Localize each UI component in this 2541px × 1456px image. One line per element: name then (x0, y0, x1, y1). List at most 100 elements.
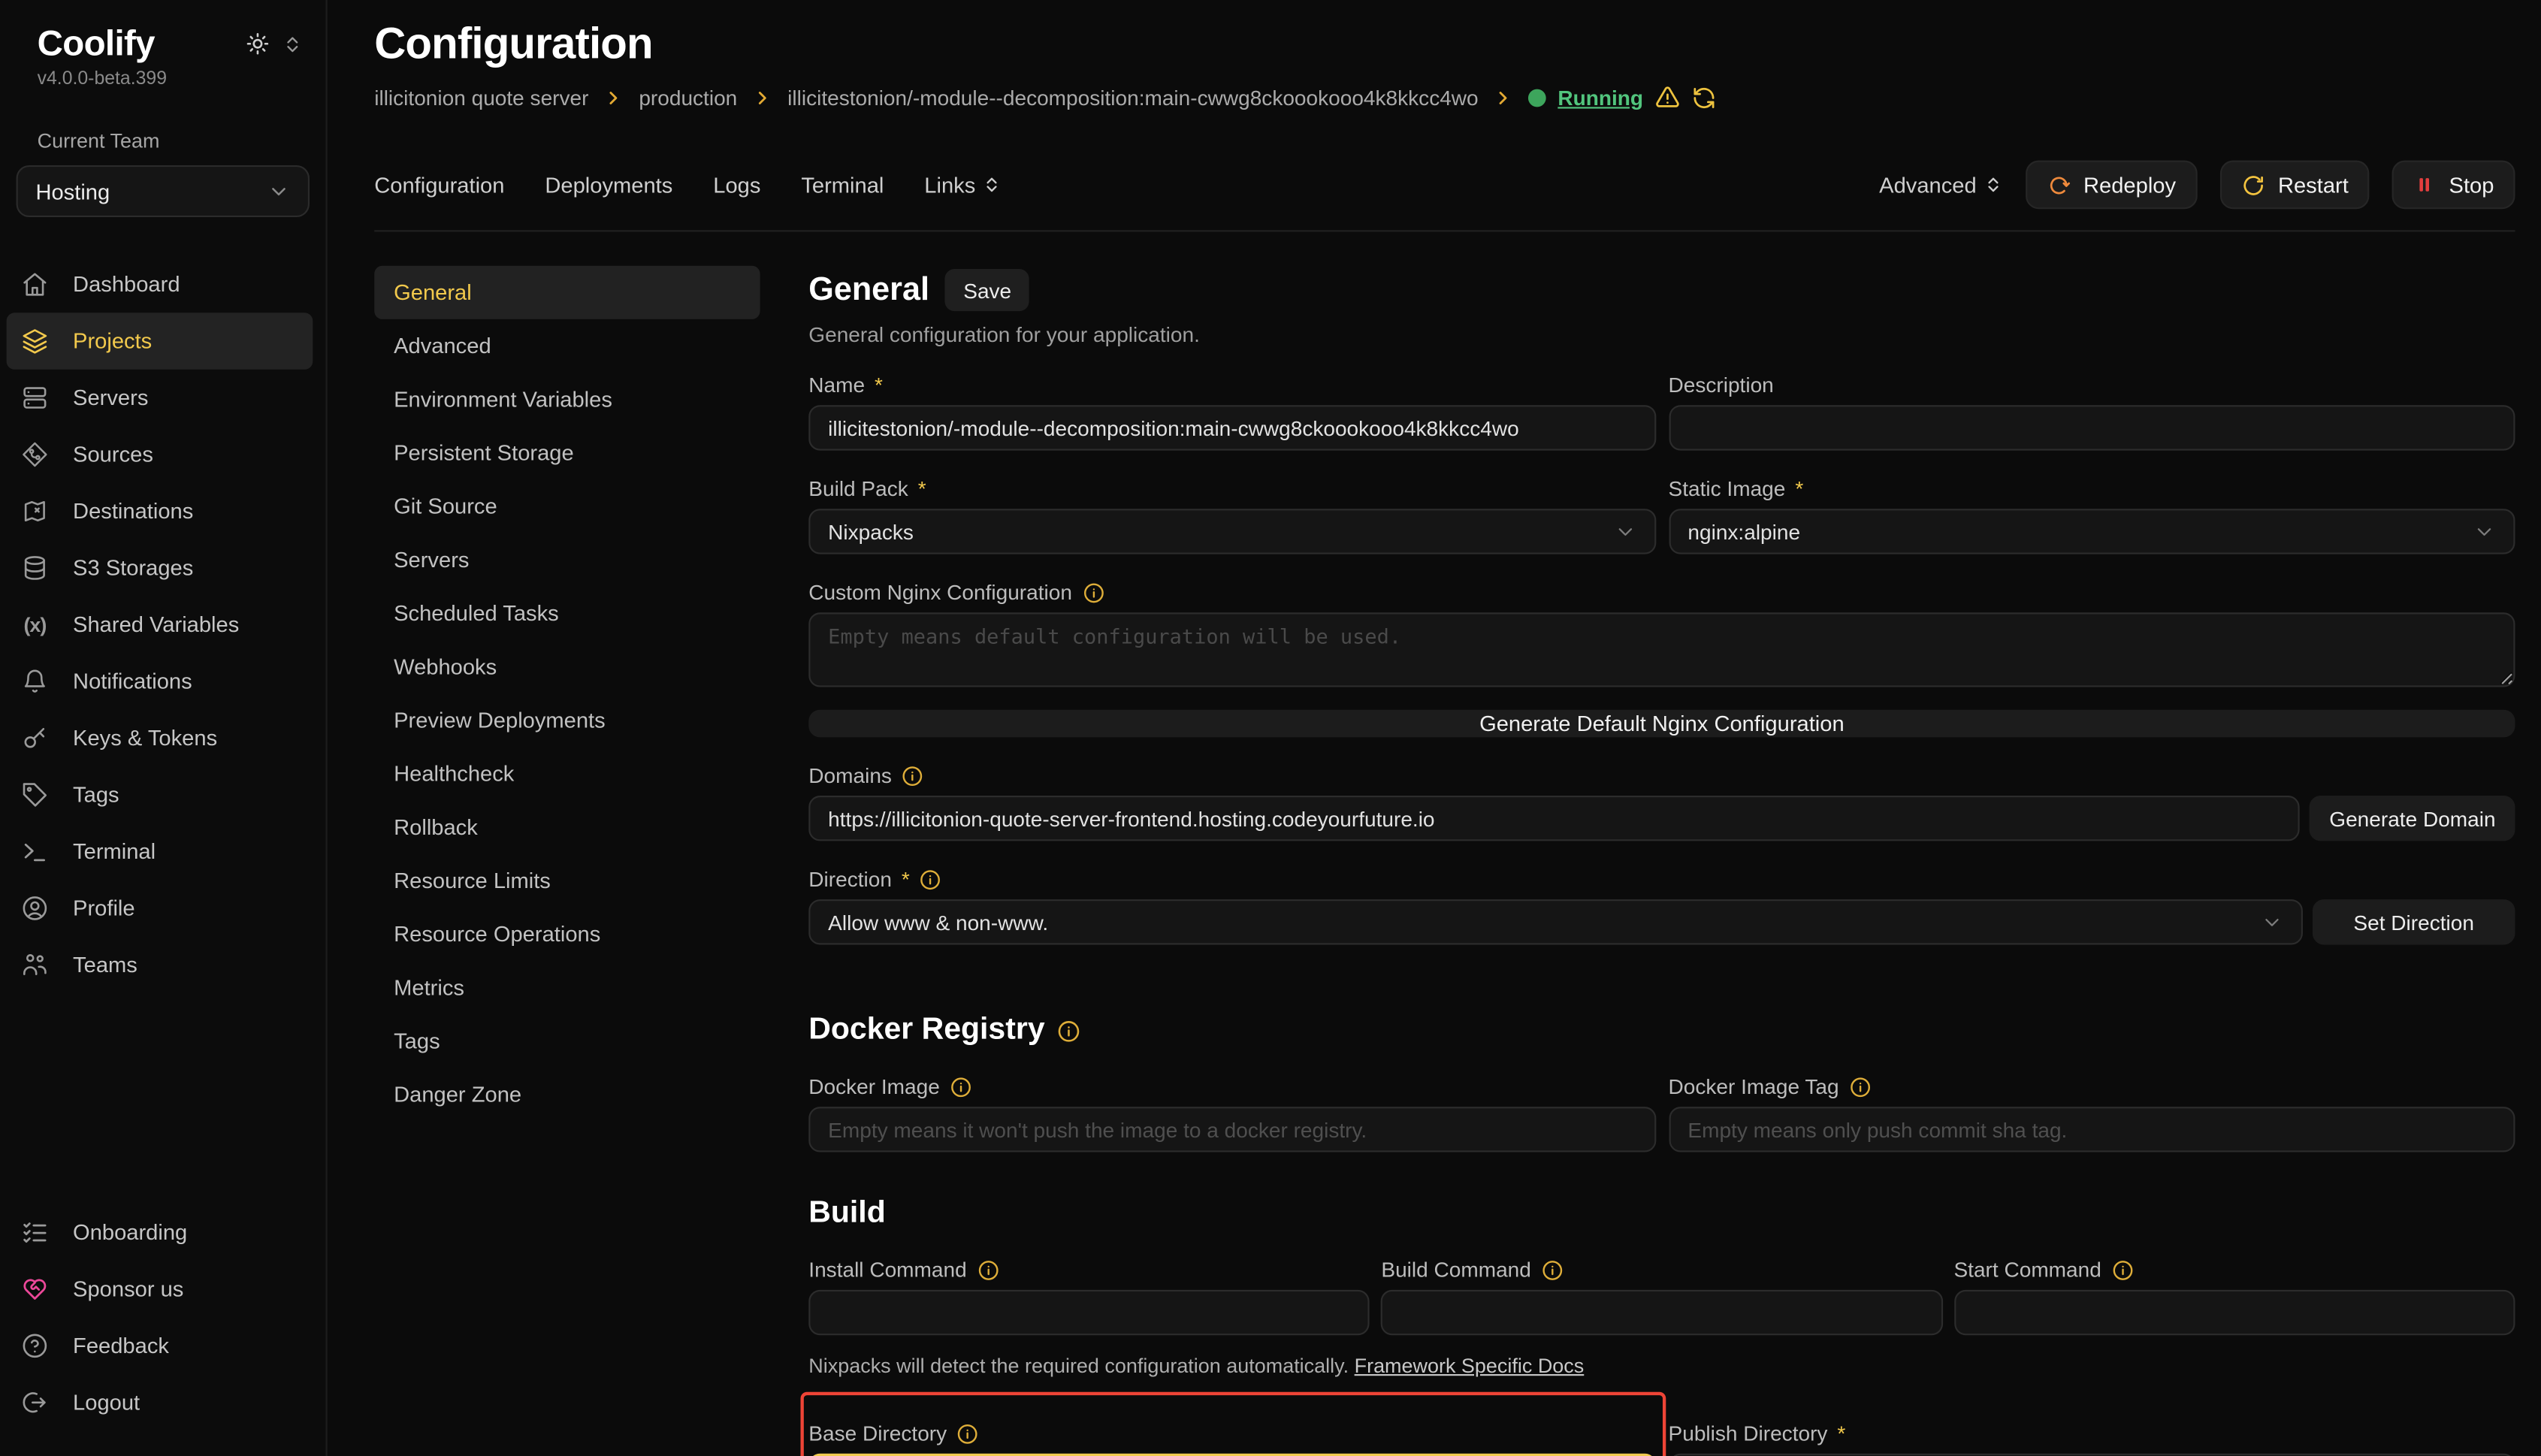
submenu-item-tags[interactable]: Tags (374, 1014, 760, 1068)
tab-links[interactable]: Links (924, 173, 1001, 197)
advanced-label: Advanced (1879, 173, 1977, 197)
nixpacks-note: Nixpacks will detect the required config… (808, 1355, 2515, 1377)
build-section-title: Build (808, 1196, 885, 1231)
submenu-item-servers[interactable]: Servers (374, 533, 760, 587)
info-icon[interactable] (902, 764, 924, 787)
sidebar-item-notifications[interactable]: Notifications (7, 653, 313, 709)
status-running-link[interactable]: Running (1558, 85, 1643, 109)
restart-label: Restart (2278, 173, 2349, 197)
sidebar-item-keys-tokens[interactable]: Keys & Tokens (7, 710, 313, 766)
submenu-item-danger-zone[interactable]: Danger Zone (374, 1068, 760, 1121)
submenu-item-general[interactable]: General (374, 266, 760, 319)
sidebar-item-logout[interactable]: Logout (7, 1374, 313, 1430)
tab-terminal[interactable]: Terminal (801, 173, 884, 197)
custom-nginx-textarea[interactable] (808, 612, 2515, 687)
generate-domain-button[interactable]: Generate Domain (2310, 796, 2515, 841)
section-subtitle: General configuration for your applicati… (808, 322, 2515, 346)
breadcrumb-project[interactable]: illicitonion quote server (374, 85, 588, 109)
direction-select[interactable]: Allow www & non-www. (808, 899, 2303, 944)
sun-icon[interactable] (245, 31, 271, 57)
submenu-item-healthcheck[interactable]: Healthcheck (374, 747, 760, 800)
sidebar-item-label: Projects (73, 329, 152, 353)
base-directory-field-group: Base Directory (808, 1395, 1655, 1456)
stop-button[interactable]: Stop (2392, 161, 2515, 210)
docker-image-input[interactable] (808, 1107, 1655, 1152)
build-pack-value: Nixpacks (828, 519, 914, 543)
braces-x-icon: (x) (21, 611, 49, 639)
static-image-select[interactable]: nginx:alpine (1669, 509, 2515, 554)
chevrons-up-down-icon[interactable] (282, 33, 303, 54)
info-icon[interactable] (1541, 1258, 1564, 1281)
info-icon[interactable] (920, 868, 942, 890)
start-command-input[interactable] (1953, 1290, 2515, 1335)
sidebar-item-label: Sponsor us (73, 1277, 183, 1301)
sidebar-item-tags[interactable]: Tags (7, 766, 313, 823)
docker-image-tag-field-group: Docker Image Tag (1669, 1049, 2515, 1152)
page-title: Configuration (374, 20, 2515, 70)
submenu-item-git-source[interactable]: Git Source (374, 479, 760, 533)
tab-links-label: Links (924, 173, 975, 197)
submenu-item-metrics[interactable]: Metrics (374, 961, 760, 1014)
set-direction-button[interactable]: Set Direction (2313, 899, 2515, 944)
sidebar-item-label: Shared Variables (73, 612, 239, 636)
build-command-input[interactable] (1381, 1290, 1942, 1335)
sidebar-footer-nav: Onboarding Sponsor us Feedback Logout (0, 1204, 326, 1431)
sidebar-item-teams[interactable]: Teams (7, 937, 313, 993)
framework-docs-link[interactable]: Framework Specific Docs (1355, 1355, 1585, 1377)
sidebar-item-terminal[interactable]: Terminal (7, 823, 313, 880)
tab-logs[interactable]: Logs (713, 173, 760, 197)
sidebar-item-shared-variables[interactable]: (x) Shared Variables (7, 597, 313, 653)
name-input[interactable] (808, 405, 1655, 450)
install-command-input[interactable] (808, 1290, 1370, 1335)
info-icon[interactable] (1056, 1019, 1080, 1043)
sidebar-item-feedback[interactable]: Feedback (7, 1318, 313, 1374)
info-icon[interactable] (1849, 1075, 1872, 1098)
redeploy-button[interactable]: Redeploy (2025, 161, 2197, 210)
info-icon[interactable] (977, 1258, 999, 1281)
sidebar-item-destinations[interactable]: Destinations (7, 483, 313, 539)
submenu-item-environment-variables[interactable]: Environment Variables (374, 373, 760, 426)
submenu-item-advanced[interactable]: Advanced (374, 319, 760, 373)
advanced-dropdown[interactable]: Advanced (1879, 173, 2002, 197)
sidebar-item-label: Logout (73, 1391, 140, 1415)
generate-nginx-button[interactable]: Generate Default Nginx Configuration (808, 710, 2515, 738)
submenu-item-webhooks[interactable]: Webhooks (374, 640, 760, 693)
info-icon[interactable] (2111, 1258, 2134, 1281)
submenu-item-persistent-storage[interactable]: Persistent Storage (374, 426, 760, 479)
info-icon[interactable] (1082, 581, 1104, 603)
submenu-item-resource-limits[interactable]: Resource Limits (374, 854, 760, 908)
sidebar-item-servers[interactable]: Servers (7, 370, 313, 426)
submenu-item-preview-deployments[interactable]: Preview Deployments (374, 693, 760, 747)
checklist-icon (21, 1219, 49, 1246)
sidebar-item-sponsor-us[interactable]: Sponsor us (7, 1261, 313, 1317)
warning-triangle-icon[interactable] (1654, 84, 1681, 110)
submenu-item-resource-operations[interactable]: Resource Operations (374, 908, 760, 961)
save-button[interactable]: Save (946, 269, 1029, 311)
team-select[interactable]: Hosting (17, 165, 310, 217)
build-pack-select[interactable]: Nixpacks (808, 509, 1655, 554)
restart-button[interactable]: Restart (2219, 161, 2370, 210)
domains-input[interactable] (808, 796, 2300, 841)
refresh-icon[interactable] (1692, 85, 1716, 109)
sidebar-item-onboarding[interactable]: Onboarding (7, 1204, 313, 1261)
docker-image-tag-input[interactable] (1669, 1107, 2515, 1152)
info-icon[interactable] (956, 1422, 979, 1445)
tab-configuration[interactable]: Configuration (374, 173, 504, 197)
sidebar-item-dashboard[interactable]: Dashboard (7, 256, 313, 313)
app-logo[interactable]: Coolify (38, 23, 155, 65)
info-icon[interactable] (950, 1075, 972, 1098)
tab-deployments[interactable]: Deployments (545, 173, 672, 197)
description-input[interactable] (1669, 405, 2515, 450)
sidebar-item-s3-storages[interactable]: S3 Storages (7, 539, 313, 596)
submenu-item-scheduled-tasks[interactable]: Scheduled Tasks (374, 587, 760, 640)
submenu-item-rollback[interactable]: Rollback (374, 801, 760, 854)
build-pack-label: Build Pack (808, 476, 908, 500)
git-branch-icon (21, 441, 49, 469)
sidebar-item-projects[interactable]: Projects (7, 313, 313, 369)
chevron-right-icon (752, 86, 773, 107)
breadcrumb-application[interactable]: illicitestonion/-module--decomposition:m… (787, 85, 1479, 109)
breadcrumb-environment[interactable]: production (639, 85, 737, 109)
sidebar-item-sources[interactable]: Sources (7, 426, 313, 482)
sidebar-item-profile[interactable]: Profile (7, 880, 313, 936)
tab-bar: Configuration Deployments Logs Terminal … (374, 161, 2515, 210)
